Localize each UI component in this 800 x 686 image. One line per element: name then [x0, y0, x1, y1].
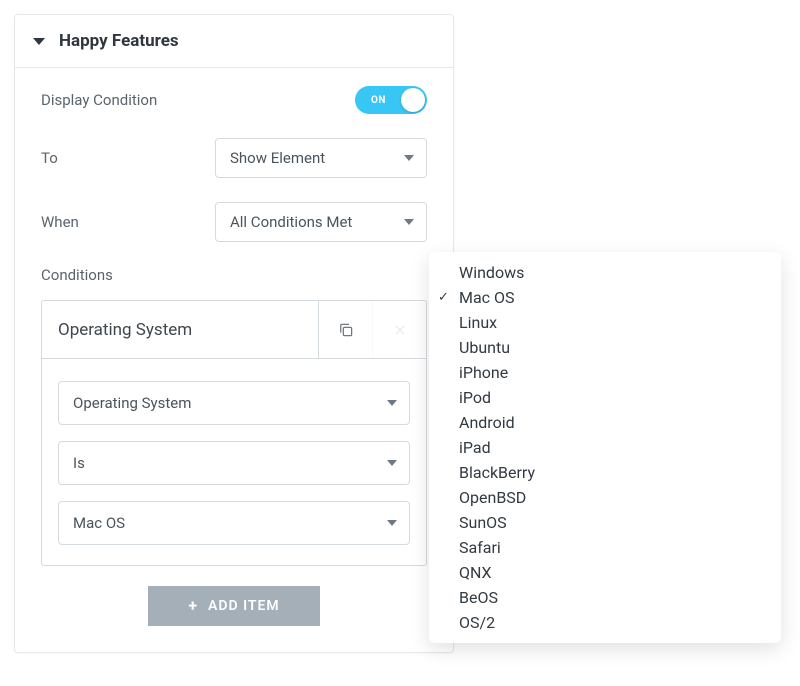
condition-body: Operating System Is Mac OS — [42, 359, 426, 565]
conditions-label: Conditions — [41, 266, 427, 284]
close-icon — [393, 323, 407, 337]
chevron-down-icon — [387, 460, 397, 466]
condition-title: Operating System — [58, 320, 192, 340]
dropdown-option-label: BlackBerry — [459, 463, 535, 482]
dropdown-option-label: Ubuntu — [459, 338, 510, 357]
to-select-value: Show Element — [230, 149, 325, 167]
condition-key-value: Operating System — [73, 394, 191, 412]
add-item-label: ADD ITEM — [208, 598, 280, 614]
dropdown-option-label: OS/2 — [459, 613, 495, 632]
dropdown-option-label: OpenBSD — [459, 488, 526, 507]
condition-key-select[interactable]: Operating System — [58, 381, 410, 425]
dropdown-option[interactable]: Linux — [429, 310, 781, 335]
dropdown-option[interactable]: Ubuntu — [429, 335, 781, 360]
dropdown-option[interactable]: Windows — [429, 260, 781, 285]
dropdown-option[interactable]: BlackBerry — [429, 460, 781, 485]
display-condition-toggle[interactable]: ON — [355, 86, 427, 114]
os-dropdown-menu[interactable]: Windows ✓ Mac OS Linux Ubuntu iPhone iPod Andro… — [429, 252, 781, 643]
dropdown-option-label: Safari — [459, 538, 501, 557]
condition-actions — [318, 301, 426, 358]
dropdown-option[interactable]: Android — [429, 410, 781, 435]
dropdown-option[interactable]: BeOS — [429, 585, 781, 610]
condition-value-select[interactable]: Mac OS — [58, 501, 410, 545]
panel-title: Happy Features — [59, 31, 179, 51]
delete-button[interactable] — [372, 301, 426, 358]
condition-block: Operating System — [41, 300, 427, 566]
dropdown-option-label: iPhone — [459, 363, 508, 382]
when-select[interactable]: All Conditions Met — [215, 202, 427, 242]
dropdown-option-label: QNX — [459, 563, 492, 582]
dropdown-option-label: Mac OS — [459, 288, 515, 307]
chevron-down-icon — [404, 219, 414, 225]
dropdown-option[interactable]: iPod — [429, 385, 781, 410]
dropdown-option-label: Android — [459, 413, 515, 432]
dropdown-option[interactable]: Safari — [429, 535, 781, 560]
copy-icon — [337, 321, 355, 339]
to-select[interactable]: Show Element — [215, 138, 427, 178]
condition-operator-select[interactable]: Is — [58, 441, 410, 485]
dropdown-option[interactable]: iPhone — [429, 360, 781, 385]
dropdown-option[interactable]: SunOS — [429, 510, 781, 535]
display-condition-label: Display Condition — [41, 91, 157, 109]
panel-header[interactable]: Happy Features — [15, 15, 453, 68]
row-display-condition: Display Condition ON — [41, 86, 427, 114]
condition-operator-value: Is — [73, 454, 85, 472]
dropdown-option-label: Linux — [459, 313, 497, 332]
plus-icon: + — [188, 598, 198, 614]
dropdown-option[interactable]: OpenBSD — [429, 485, 781, 510]
dropdown-option-label: iPad — [459, 438, 491, 457]
condition-header[interactable]: Operating System — [42, 301, 426, 359]
dropdown-option[interactable]: iPad — [429, 435, 781, 460]
chevron-down-icon — [387, 520, 397, 526]
dropdown-option[interactable]: OS/2 — [429, 610, 781, 635]
dropdown-option-label: iPod — [459, 388, 491, 407]
dropdown-option[interactable]: ✓ Mac OS — [429, 285, 781, 310]
dropdown-option-label: BeOS — [459, 588, 498, 607]
toggle-knob — [401, 88, 425, 112]
dropdown-option-label: SunOS — [459, 513, 507, 532]
duplicate-button[interactable] — [318, 301, 372, 358]
toggle-on-text: ON — [371, 95, 386, 106]
row-to: To Show Element — [41, 138, 427, 178]
panel-body: Display Condition ON To Show Element Whe… — [15, 68, 453, 652]
to-label: To — [41, 149, 58, 167]
add-item-button[interactable]: + ADD ITEM — [148, 586, 320, 626]
condition-value-value: Mac OS — [73, 514, 125, 532]
chevron-down-icon — [404, 155, 414, 161]
when-label: When — [41, 213, 79, 231]
dropdown-option-label: Windows — [459, 263, 524, 282]
row-when: When All Conditions Met — [41, 202, 427, 242]
settings-panel: Happy Features Display Condition ON To S… — [14, 14, 454, 653]
when-select-value: All Conditions Met — [230, 213, 352, 231]
chevron-down-icon — [387, 400, 397, 406]
collapse-caret-icon — [33, 38, 45, 45]
check-icon: ✓ — [438, 290, 449, 305]
dropdown-option[interactable]: QNX — [429, 560, 781, 585]
